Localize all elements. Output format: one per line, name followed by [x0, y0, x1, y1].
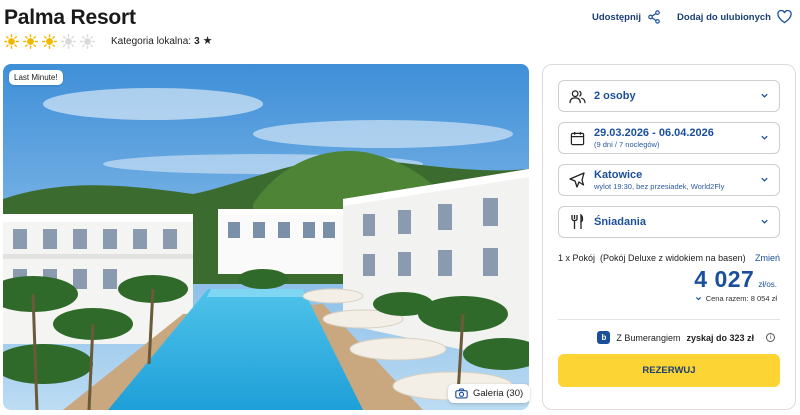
booking-panel: 2 osoby 29.03.2026 - 06.04.2026 (9 dni /…: [542, 64, 796, 410]
total-price-text: Cena razem: 8 054 zł: [705, 294, 777, 303]
dates-duration: (9 dni / 7 noclegów): [594, 140, 660, 149]
change-room-link[interactable]: Zmień: [755, 253, 780, 263]
price-unit: zł/os.: [758, 280, 777, 289]
divider: [558, 319, 780, 320]
boomerang-promo: b Z Bumerangiem zyskaj do 323 zł i: [597, 331, 775, 344]
board-value: Śniadania: [594, 216, 646, 228]
chevron-down-icon: [761, 177, 768, 182]
gallery-label: Galeria (30): [473, 388, 524, 399]
boomerang-prefix: Z Bumerangiem: [616, 332, 681, 343]
board-select[interactable]: Śniadania: [558, 206, 780, 238]
resort-illustration: [3, 64, 529, 410]
chevron-down-icon: [761, 93, 768, 98]
flight-details: wylot 19:30, bez przesiadek, World2Fly: [594, 182, 725, 191]
calendar-icon: [568, 129, 586, 147]
local-category-value: 3: [194, 36, 200, 47]
add-to-favorites-button[interactable]: Dodaj do ulubionych: [677, 10, 792, 24]
cutlery-icon: [568, 213, 586, 231]
people-icon: [568, 87, 586, 105]
share-button[interactable]: Udostępnij: [592, 10, 661, 24]
star-empty-icon: [80, 34, 95, 49]
reserve-button[interactable]: REZERWUJ: [558, 354, 780, 387]
share-label: Udostępnij: [591, 11, 642, 23]
plane-icon: [568, 171, 586, 189]
local-category: Kategoria lokalna: 3 ★: [111, 35, 213, 48]
hotel-rating: [4, 34, 95, 49]
star-filled-icon: [4, 34, 19, 49]
room-summary: 1 x Pokój (Pokój Deluxe z widokiem na ba…: [558, 253, 780, 263]
price-per-person: 4 027 zł/os.: [694, 266, 777, 293]
star-empty-icon: [61, 34, 76, 49]
total-price[interactable]: Cena razem: 8 054 zł: [695, 294, 777, 303]
star-filled-icon: [23, 34, 38, 49]
header-actions: Udostępnij Dodaj do ulubionych: [592, 10, 792, 24]
departure-city: Katowice: [594, 169, 643, 181]
star-filled-icon: [42, 34, 57, 49]
favorites-label: Dodaj do ulubionych: [677, 11, 771, 23]
gallery-button[interactable]: Galeria (30): [448, 384, 531, 403]
hotel-photo[interactable]: [3, 64, 529, 410]
hotel-title: Palma Resort: [4, 6, 136, 29]
departure-select[interactable]: Katowice wylot 19:30, bez przesiadek, Wo…: [558, 164, 780, 196]
travellers-select[interactable]: 2 osoby: [558, 80, 780, 112]
black-star-icon: ★: [202, 35, 213, 47]
chevron-down-icon: [761, 219, 768, 224]
boomerang-logo-icon: b: [597, 331, 611, 344]
room-description: 1 x Pokój (Pokój Deluxe z widokiem na ba…: [558, 253, 746, 263]
chevron-down-small-icon: [695, 297, 701, 301]
camera-icon: [455, 388, 468, 399]
offer-page: Palma Resort Kategoria lokalna: 3 ★ Udos…: [0, 0, 800, 415]
last-minute-badge: Last Minute!: [9, 70, 63, 85]
chevron-down-icon: [761, 135, 768, 140]
price-amount: 4 027: [694, 266, 755, 292]
local-category-label: Kategoria lokalna:: [111, 36, 192, 47]
boomerang-gain: zyskaj do 323 zł: [686, 332, 754, 343]
info-icon[interactable]: i: [766, 333, 775, 342]
dates-value: 29.03.2026 - 06.04.2026: [594, 127, 714, 139]
dates-select[interactable]: 29.03.2026 - 06.04.2026 (9 dni / 7 nocle…: [558, 122, 780, 154]
heart-icon: [777, 10, 792, 24]
share-icon: [648, 10, 660, 24]
travellers-value: 2 osoby: [594, 90, 636, 102]
